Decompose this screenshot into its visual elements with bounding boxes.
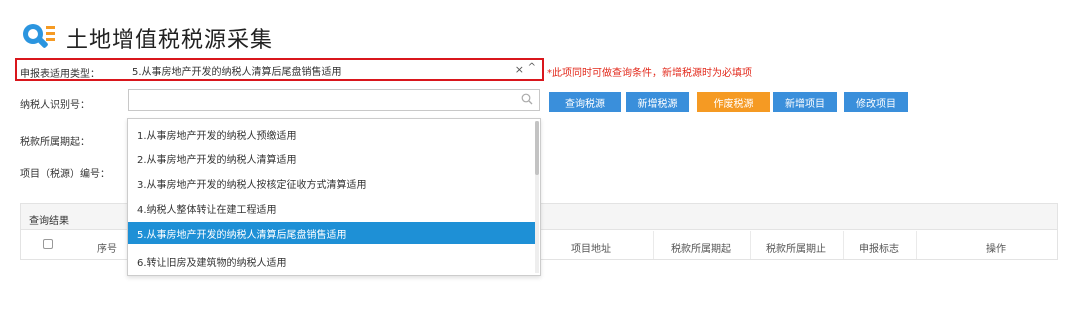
- column-address: 项目地址: [571, 244, 611, 255]
- project-number-label: 项目（税源）编号：: [20, 169, 110, 180]
- void-tax-source-button[interactable]: 作废税源: [697, 92, 770, 112]
- dropdown-scrollbar[interactable]: [535, 121, 539, 273]
- report-type-select[interactable]: 5.从事房地产开发的纳税人清算后尾盘销售适用 × ^: [128, 61, 540, 79]
- column-divider: [750, 231, 751, 259]
- column-period-start: 税款所属期起: [671, 244, 731, 255]
- column-divider: [653, 231, 654, 259]
- dropdown-option[interactable]: 4.纳税人整体转让在建工程适用: [128, 197, 536, 219]
- add-tax-source-button[interactable]: 新增税源: [626, 92, 689, 112]
- tax-period-start-label: 税款所属期起：: [20, 137, 90, 148]
- results-title: 查询结果: [29, 216, 69, 227]
- column-actions: 操作: [986, 244, 1006, 255]
- search-list-icon: [18, 20, 58, 56]
- report-type-value: 5.从事房地产开发的纳税人清算后尾盘销售适用: [132, 66, 342, 78]
- column-divider: [843, 231, 844, 259]
- dropdown-option[interactable]: 1.从事房地产开发的纳税人预缴适用: [128, 123, 536, 145]
- query-tax-source-button[interactable]: 查询税源: [549, 92, 621, 112]
- edit-project-button[interactable]: 修改项目: [844, 92, 908, 112]
- dropdown-option[interactable]: 3.从事房地产开发的纳税人按核定征收方式清算适用: [128, 172, 536, 194]
- column-divider: [916, 231, 917, 259]
- clear-icon[interactable]: ×: [515, 63, 524, 76]
- required-hint: *此项同时可做查询条件，新增税源时为必填项: [547, 68, 752, 79]
- column-period-end: 税款所属期止: [766, 244, 826, 255]
- column-seq: 序号: [97, 244, 117, 255]
- chevron-up-icon[interactable]: ^: [528, 62, 536, 73]
- dropdown-option[interactable]: 2.从事房地产开发的纳税人清算适用: [128, 147, 536, 169]
- search-icon[interactable]: [521, 93, 533, 108]
- dropdown-option-selected[interactable]: 5.从事房地产开发的纳税人清算后尾盘销售适用: [128, 222, 536, 244]
- page-title: 土地增值税税源采集: [66, 28, 274, 53]
- page-header: 土地增值税税源采集: [18, 20, 273, 56]
- taxpayer-id-input[interactable]: [128, 89, 540, 111]
- select-all-checkbox[interactable]: [43, 239, 53, 249]
- add-project-button[interactable]: 新增项目: [773, 92, 837, 112]
- taxpayer-id-label: 纳税人识别号：: [20, 100, 90, 111]
- scrollbar-thumb[interactable]: [535, 121, 539, 175]
- dropdown-option[interactable]: 6.转让旧房及建筑物的纳税人适用: [128, 250, 536, 272]
- column-declare-flag: 申报标志: [859, 244, 899, 255]
- report-type-dropdown: 1.从事房地产开发的纳税人预缴适用 2.从事房地产开发的纳税人清算适用 3.从事…: [127, 118, 541, 276]
